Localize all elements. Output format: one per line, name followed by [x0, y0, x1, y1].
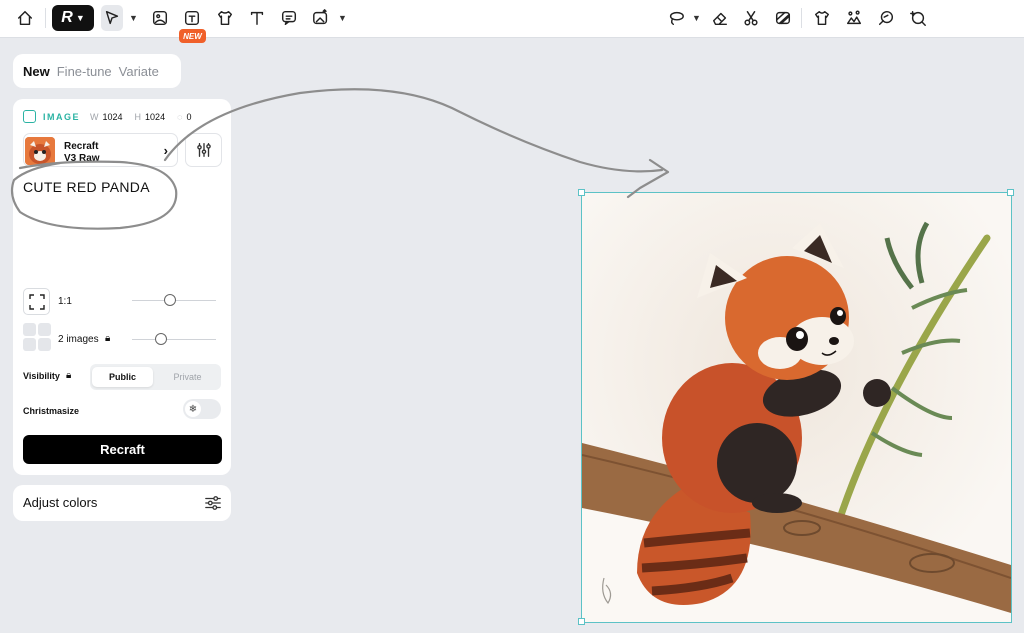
image-frame-icon — [152, 10, 168, 26]
generated-image-red-panda[interactable] — [582, 193, 1011, 622]
comment-icon — [281, 10, 297, 26]
tab-variate[interactable]: Variate — [119, 64, 159, 79]
vectorize-button[interactable] — [875, 5, 897, 31]
new-badge: NEW — [179, 29, 206, 43]
aspect-ratio-value: 1:1 — [58, 296, 72, 307]
recraft-generate-button[interactable]: Recraft — [23, 435, 222, 464]
model-selector[interactable]: Recraft V3 Raw › — [23, 133, 178, 167]
mode-tabs: New Fine-tune Variate — [13, 54, 181, 88]
select-arrow-icon — [105, 10, 119, 25]
tshirt-mockup-button[interactable] — [811, 5, 833, 31]
top-toolbar: R ▼ ▼ NEW ▼ ▼ — [0, 0, 1024, 43]
width-key: W — [90, 111, 99, 122]
sliders-icon — [196, 143, 211, 157]
lock-icon: 🔒︎ — [66, 370, 72, 381]
chevron-down-icon: ▼ — [75, 13, 85, 23]
christmasize-label: Christmasize — [23, 406, 80, 416]
chevron-down-icon: ▼ — [338, 13, 347, 23]
image-count-value: 2 images — [58, 334, 99, 345]
lock-icon: 🔒︎ — [105, 333, 111, 344]
prompt-input[interactable]: CUTE RED PANDA — [23, 179, 150, 195]
image-settings-row: IMAGE W 1024 H 1024 ◌ 0 — [23, 110, 203, 123]
chevron-down-icon: ▼ — [692, 13, 701, 23]
arrow-head-scribble — [626, 158, 670, 199]
model-thumbnail — [25, 137, 55, 165]
resize-handle-top-right[interactable] — [1007, 189, 1014, 196]
visibility-toggle: Public Private — [90, 364, 221, 390]
arrow-line-scribble — [163, 88, 664, 173]
chevron-down-icon: ▼ — [129, 13, 138, 23]
recraft-menu-button[interactable]: R ▼ — [52, 5, 94, 31]
seed-icon: ◌ — [177, 111, 183, 122]
text-icon — [250, 11, 264, 26]
image-count-slider-knob[interactable] — [155, 333, 167, 345]
image-type-label[interactable]: IMAGE — [43, 112, 80, 122]
width-input[interactable]: 1024 — [103, 112, 123, 122]
image-upload-dropdown[interactable]: ▼ — [335, 5, 347, 31]
adjust-colors-label: Adjust colors — [23, 495, 98, 510]
magic-brush-icon — [910, 10, 926, 26]
remove-background-button[interactable] — [772, 5, 794, 31]
toolbar-divider — [45, 8, 46, 28]
eraser-button[interactable] — [709, 5, 731, 31]
magic-brush-button[interactable] — [905, 5, 931, 31]
resize-handle-bottom-left[interactable] — [578, 618, 585, 625]
visibility-private-option[interactable]: Private — [157, 367, 218, 387]
image-icon — [23, 110, 36, 123]
visibility-label: Visibility — [23, 371, 60, 381]
snowflake-icon: ❄ — [185, 401, 201, 417]
style-settings-button[interactable] — [185, 133, 222, 167]
christmasize-toggle[interactable]: ❄ — [183, 399, 221, 419]
image-count-slider[interactable] — [132, 339, 216, 340]
select-tool-dropdown[interactable]: ▼ — [126, 5, 138, 31]
text-frame-icon — [184, 10, 200, 26]
tab-new[interactable]: New — [23, 64, 50, 79]
aspect-ratio-slider-knob[interactable] — [164, 294, 176, 306]
image-frame-button[interactable] — [149, 5, 171, 31]
eraser-icon — [712, 12, 728, 26]
generation-panel: IMAGE W 1024 H 1024 ◌ 0 Recraft V3 Raw ›… — [13, 99, 231, 475]
height-key: H — [134, 111, 142, 122]
model-name: Recraft V3 Raw — [64, 141, 100, 165]
tshirt-icon — [814, 10, 830, 26]
image-upload-button[interactable] — [310, 5, 332, 31]
recraft-logo-icon: R — [61, 9, 73, 26]
text-tool-button[interactable] — [246, 5, 268, 31]
lasso-icon — [669, 11, 684, 26]
vectorize-icon — [878, 10, 894, 26]
chevron-right-icon: › — [163, 143, 168, 158]
scissors-button[interactable] — [740, 5, 762, 31]
home-button[interactable] — [14, 5, 36, 31]
select-tool-button[interactable] — [101, 5, 123, 31]
lasso-button[interactable] — [665, 5, 687, 31]
image-count-icon — [23, 323, 52, 352]
toolbar-divider — [801, 8, 802, 28]
mockup-button[interactable] — [214, 5, 236, 31]
visibility-public-option[interactable]: Public — [92, 367, 153, 387]
image-upload-icon — [313, 9, 328, 25]
lasso-dropdown[interactable]: ▼ — [689, 5, 701, 31]
adjust-sliders-icon — [205, 496, 221, 510]
text-frame-button[interactable] — [181, 5, 203, 31]
adjust-colors-section[interactable]: Adjust colors — [13, 485, 231, 521]
tab-fine-tune[interactable]: Fine-tune — [57, 64, 112, 79]
aspect-ratio-icon[interactable] — [23, 288, 50, 315]
creative-upscale-button[interactable] — [843, 5, 865, 31]
mockup-icon — [217, 10, 233, 26]
home-icon — [17, 10, 33, 26]
height-input[interactable]: 1024 — [145, 112, 165, 122]
model-name-line2: V3 Raw — [64, 153, 100, 164]
resize-handle-top-left[interactable] — [578, 189, 585, 196]
model-name-line1: Recraft — [64, 141, 99, 152]
creative-upscale-icon — [846, 10, 862, 25]
comment-button[interactable] — [278, 5, 300, 31]
scissors-icon — [744, 10, 758, 26]
seed-input[interactable]: 0 — [186, 112, 191, 122]
remove-bg-icon — [775, 11, 791, 25]
